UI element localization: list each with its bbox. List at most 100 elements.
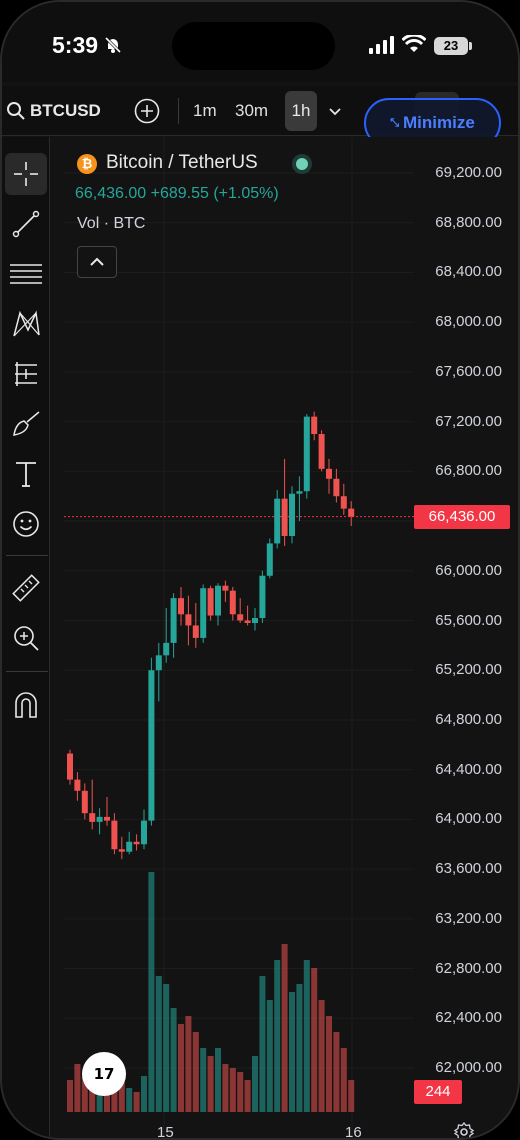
crosshair-tool[interactable] (5, 153, 47, 195)
price-tick-label: 62,000.00 (435, 1059, 502, 1076)
timeframe-30m[interactable]: 30m (235, 101, 268, 121)
trend-line-tool[interactable] (5, 203, 47, 245)
text-icon (16, 462, 36, 487)
trend-line-icon (12, 210, 40, 238)
volume-bar (74, 1064, 81, 1112)
volume-bar (185, 1016, 192, 1112)
candle-body (222, 585, 229, 591)
tool-separator (6, 555, 48, 556)
candle-body (96, 816, 103, 822)
price-tick-label: 64,400.00 (435, 760, 502, 778)
candle-body (266, 543, 273, 576)
candle-body (259, 575, 266, 619)
candle-body (185, 614, 192, 626)
price-axis[interactable]: 69,200.00 68,800.00 68,400.00 68,000.00 67,6… (414, 137, 518, 1138)
candle-body (326, 468, 332, 479)
tradingview-logo: 17 (82, 1052, 126, 1096)
candle-body (178, 598, 184, 615)
symbol-name[interactable]: BTCUSD (30, 101, 101, 121)
candle-body (303, 416, 310, 492)
smiley-icon (13, 511, 39, 537)
xabcd-pattern-icon (13, 310, 40, 337)
volume-bar (178, 1024, 184, 1112)
price-tick-label: 65,200.00 (435, 661, 502, 679)
volume-bar (244, 1080, 251, 1112)
candle-body (289, 493, 295, 536)
volume-bar (303, 960, 310, 1112)
emoji-tool[interactable] (5, 503, 47, 545)
time-label-16: 16 (345, 1124, 362, 1140)
volume-bar (348, 1080, 355, 1112)
price-tick-label: 67,200.00 (435, 412, 502, 430)
measure-tool[interactable] (5, 567, 47, 609)
volume-bar (141, 1076, 147, 1112)
time-label-15: 15 (157, 1124, 174, 1140)
volume-bar (163, 984, 170, 1112)
candle-body (104, 816, 110, 821)
corner-label: S I (4, 1126, 22, 1140)
fib-retracement-tool[interactable] (5, 253, 47, 295)
chart-pane[interactable] (64, 137, 414, 1140)
candle-body (163, 642, 170, 656)
dynamic-island (172, 22, 335, 70)
chevron-up-icon (90, 257, 104, 266)
drawing-toolbar (2, 137, 50, 1138)
candle-body (111, 820, 118, 850)
candlestick-chart[interactable] (64, 137, 414, 1140)
volume-bar (200, 1048, 207, 1112)
timeframe-1m[interactable]: 1m (193, 101, 217, 121)
price-tick-label: 63,600.00 (435, 860, 502, 878)
volume-bar (215, 1048, 221, 1112)
wifi-icon (401, 33, 427, 58)
volume-bar (229, 1068, 236, 1112)
collapse-legend-button[interactable] (77, 246, 117, 278)
add-symbol-icon[interactable] (134, 98, 160, 129)
battery-indicator: 23 (434, 37, 468, 55)
prediction-tool[interactable] (5, 353, 47, 395)
volume-bar (237, 1072, 244, 1112)
phone-frame: 5:39 23 BTCUSD 1m 30m 1h ⤡ Minimize 69,2… (0, 0, 520, 1140)
search-icon[interactable] (6, 101, 26, 126)
bell-muted-icon (103, 35, 123, 60)
candle-body (252, 618, 258, 623)
zoom-in-tool[interactable] (5, 617, 47, 659)
last-price-tag: 66,436.00 (414, 504, 510, 529)
price-tick-label: 68,000.00 (435, 313, 502, 331)
candle-body (200, 588, 207, 638)
text-tool[interactable] (5, 453, 47, 495)
volume-bar (207, 1056, 214, 1112)
candle-body (148, 670, 155, 821)
candle-body (67, 753, 73, 780)
settings-gear-icon[interactable] (453, 1121, 475, 1138)
price-tick-label: 68,400.00 (435, 263, 502, 281)
price-tick-label: 66,000.00 (435, 561, 502, 579)
candle-body (340, 496, 347, 509)
price-tick-label: 66,800.00 (435, 462, 502, 480)
volume-bar (289, 992, 295, 1112)
symbol-description[interactable]: Bitcoin / TetherUS (106, 152, 258, 174)
price-tick-label: 69,200.00 (435, 164, 502, 181)
candle-body (274, 498, 281, 544)
candle-body (170, 598, 177, 643)
brush-tool[interactable] (5, 403, 47, 445)
chevron-down-icon[interactable] (328, 104, 342, 122)
battery-tip (469, 42, 472, 50)
volume-bar (67, 1080, 73, 1112)
pattern-tool[interactable] (5, 303, 47, 345)
market-open-status-icon (292, 154, 312, 174)
volume-bar (274, 960, 281, 1112)
ruler-icon (12, 574, 40, 602)
magnet-tool[interactable] (5, 685, 47, 727)
volume-bar (340, 1048, 347, 1112)
volume-bar (133, 1092, 140, 1112)
candle-body (118, 849, 125, 852)
candle-body (89, 813, 96, 822)
candle-body (311, 416, 318, 435)
candle-body (281, 498, 288, 536)
forecast-icon (15, 362, 37, 386)
volume-legend: Vol · BTC (77, 215, 146, 232)
price-tick-label: 68,800.00 (435, 213, 502, 231)
timeframe-1h[interactable]: 1h (285, 91, 317, 131)
price-tick-label: 63,200.00 (435, 909, 502, 927)
candle-body (207, 588, 214, 616)
